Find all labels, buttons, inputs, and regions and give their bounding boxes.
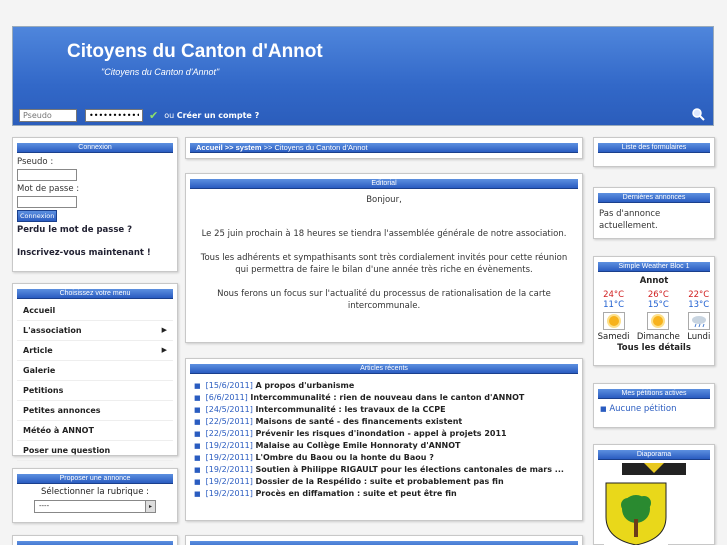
menu-item-association[interactable]: L'association ▶ xyxy=(17,321,173,341)
site-title[interactable]: Citoyens du Canton d'Annot xyxy=(67,41,323,63)
propose-title: Proposer une annonce xyxy=(17,474,173,484)
weather-box: Simple Weather Bloc 1 Annot 24°C 11°C Sa… xyxy=(593,256,715,366)
diaporama-title: Diaporama xyxy=(598,450,710,460)
forms-box: Liste des formulaires xyxy=(593,137,715,167)
login-button[interactable]: Connexion xyxy=(17,210,58,222)
breadcrumb: Accueil >> system >> Citoyens du Canton … xyxy=(190,143,578,153)
menu-item-meteo[interactable]: Météo à ANNOT xyxy=(17,421,173,441)
breadcrumb-system[interactable]: system xyxy=(236,143,262,152)
list-item[interactable]: ■ [22/5/2011] Prévenir les risques d'inon… xyxy=(194,428,574,440)
weather-day: 26°C 15°C Dimanche xyxy=(636,290,680,342)
main-menu-box: Choisissez votre menu Accueil L'associat… xyxy=(12,283,178,461)
menu-item-question[interactable]: Poser une question xyxy=(17,441,173,461)
menu-item-article[interactable]: Article ▶ xyxy=(17,341,173,361)
list-item[interactable]: ■ [6/6/2011] Intercommunalité : rien de n… xyxy=(194,392,574,404)
no-ads-text: Pas d'annonce actuellement. xyxy=(599,209,661,231)
chevron-right-icon: ▶ xyxy=(161,346,167,354)
menu-item-petitions[interactable]: Petitions xyxy=(17,381,173,401)
list-item[interactable]: ■ [24/5/2011] Intercommunalité : les trav… xyxy=(194,404,574,416)
weather-details-link[interactable]: Tous les détails xyxy=(594,343,714,353)
recent-articles-list: ■ [15/6/2011] A propos d'urbanisme ■ [6/6/… xyxy=(194,380,574,500)
list-item[interactable]: ■ [19/2/2011] Dossier de la Respélido : s… xyxy=(194,476,574,488)
submit-check-icon[interactable]: ✔ xyxy=(149,109,158,122)
latest-ads-box: Dernières annonces Pas d'annonce actuell… xyxy=(593,187,715,239)
rain-icon xyxy=(687,312,710,330)
site-slogan: "Citoyens du Canton d'Annot" xyxy=(101,67,220,77)
search-icon[interactable] xyxy=(691,107,705,121)
breadcrumb-box: Accueil >> system >> Citoyens du Canton … xyxy=(185,137,583,159)
coat-of-arms-image[interactable] xyxy=(604,481,668,545)
weather-day: 24°C 11°C Samedi xyxy=(597,290,630,342)
menu-title: Choisissez votre menu xyxy=(17,289,173,299)
center-bottom-box xyxy=(185,535,583,545)
rubrique-select[interactable]: ---- ▸ xyxy=(34,500,156,513)
editorial-paragraph: Nous ferons un focus sur l'actualité du … xyxy=(217,289,551,311)
list-item[interactable]: ■ [19/2/2011] Soutien à Philippe RIGAULT … xyxy=(194,464,574,476)
forgot-password-link[interactable]: Perdu le mot de passe ? xyxy=(17,225,177,235)
menu-list: Accueil L'association ▶ Article ▶ Galerie … xyxy=(17,301,173,461)
pseudo-label: Pseudo : xyxy=(17,157,54,167)
header-login-bar: ✔ ou Créer un compte ? xyxy=(19,109,259,122)
password-label: Mot de passe : xyxy=(17,184,80,194)
ads-title: Dernières annonces xyxy=(598,193,710,203)
forms-title: Liste des formulaires xyxy=(598,143,710,153)
editorial-greeting: Bonjour, xyxy=(366,195,402,205)
site-header: Citoyens du Canton d'Annot "Citoyens du … xyxy=(12,26,714,126)
header-username-input[interactable] xyxy=(19,109,77,122)
left-bottom-box xyxy=(12,535,178,545)
editorial-box: Editorial Bonjour, Le 25 juin prochain à… xyxy=(185,173,583,343)
header-password-input[interactable] xyxy=(85,109,143,122)
dropdown-arrow-icon: ▸ xyxy=(145,501,155,512)
slide-thumbnail[interactable] xyxy=(622,463,686,475)
login-box-title: Connexion xyxy=(17,143,173,153)
recent-title: Articles récents xyxy=(190,364,578,374)
create-account-link[interactable]: Créer un compte ? xyxy=(177,111,260,120)
menu-item-galerie[interactable]: Galerie xyxy=(17,361,173,381)
petition-item[interactable]: ■ Aucune pétition xyxy=(594,399,714,414)
propose-ad-box: Proposer une annonce Sélectionner la rub… xyxy=(12,468,178,523)
editorial-paragraph: Le 25 juin prochain à 18 heures se tiend… xyxy=(201,229,567,239)
menu-item-petites-annonces[interactable]: Petites annonces xyxy=(17,401,173,421)
editorial-paragraph: Tous les adhérents et sympathisants sont… xyxy=(200,253,568,275)
rubrique-label: Sélectionner la rubrique : xyxy=(41,487,149,497)
list-item[interactable]: ■ [22/5/2011] Maisons de santé - des fina… xyxy=(194,416,574,428)
weather-title: Simple Weather Bloc 1 xyxy=(598,262,710,272)
sun-icon xyxy=(647,312,670,330)
menu-item-accueil[interactable]: Accueil xyxy=(17,301,173,321)
login-box: Connexion Pseudo : Mot de passe : Connex… xyxy=(12,137,178,272)
petitions-title: Mes pétitions actives xyxy=(598,389,710,399)
petitions-box: Mes pétitions actives ■ Aucune pétition xyxy=(593,383,715,428)
weather-city: Annot xyxy=(639,276,669,286)
list-item[interactable]: ■ [19/2/2011] Procès en diffamation : sui… xyxy=(194,488,574,500)
or-text: ou xyxy=(164,111,175,120)
list-item[interactable]: ■ [19/2/2011] Malaise au Collège Emile Ho… xyxy=(194,440,574,452)
breadcrumb-home[interactable]: Accueil xyxy=(196,143,223,152)
list-item[interactable]: ■ [15/6/2011] A propos d'urbanisme xyxy=(194,380,574,392)
login-pseudo-input[interactable] xyxy=(17,169,77,181)
chevron-right-icon: ▶ xyxy=(161,326,167,334)
list-item[interactable]: ■ [19/2/2011] L'Ombre du Baou ou la honte… xyxy=(194,452,574,464)
sun-icon xyxy=(602,312,625,330)
diaporama-box: Diaporama xyxy=(593,444,715,545)
login-password-input[interactable] xyxy=(17,196,77,208)
weather-day: 22°C 13°C Lundi xyxy=(687,290,711,342)
breadcrumb-current: Citoyens du Canton d'Annot xyxy=(274,143,368,152)
editorial-title: Editorial xyxy=(190,179,578,189)
recent-articles-box: Articles récents ■ [15/6/2011] A propos d… xyxy=(185,358,583,521)
weather-forecast: 24°C 11°C Samedi 26°C 15°C Dimanche 22°C… xyxy=(594,290,714,342)
register-link[interactable]: Inscrivez-vous maintenant ! xyxy=(17,248,177,258)
